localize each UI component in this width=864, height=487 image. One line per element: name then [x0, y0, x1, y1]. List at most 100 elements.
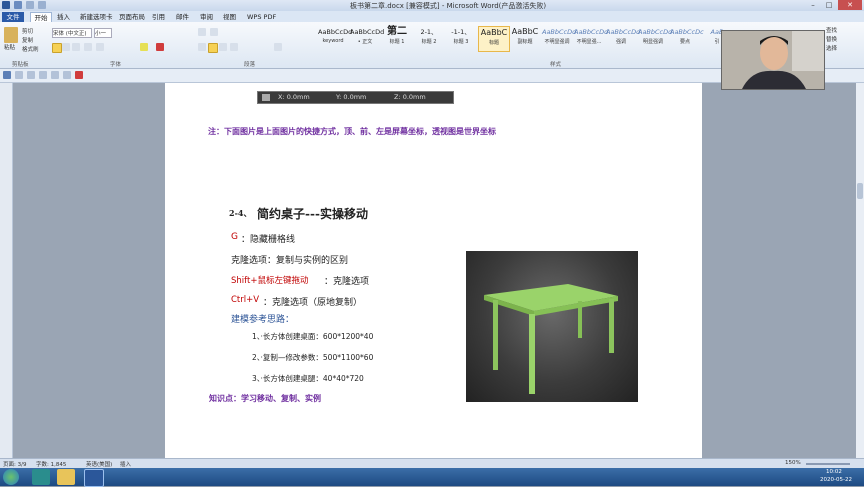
font-group-label: 字体 [110, 62, 122, 68]
tab-view[interactable]: 视图 [223, 12, 236, 22]
clipboard-group-label: 剪贴板 [12, 62, 29, 68]
clock-date[interactable]: 2020-05-22 [820, 477, 852, 483]
font-name-select[interactable]: 宋体 (中文正) [52, 28, 92, 38]
style-tile[interactable]: AaBbC 标题 [478, 26, 510, 52]
style-tile[interactable]: AaBbC 副标题 [510, 26, 540, 50]
font-color-icon[interactable] [156, 43, 164, 51]
font-color-icon[interactable] [75, 71, 83, 79]
style-tile[interactable]: AaBbCcDd 不明显强调 [542, 26, 577, 50]
knowledge-line: 知识点：学习移动、复制、实例 [209, 393, 321, 403]
style-name: 不明显强... [576, 39, 602, 45]
move-gizmo-icon [262, 94, 270, 101]
title-bar: 板书第二章.docx [兼容模式] - Microsoft Word(产品激活失… [0, 0, 864, 11]
bullets-icon[interactable] [198, 28, 206, 36]
cut-button[interactable]: 剪切 [22, 27, 33, 35]
style-tile[interactable]: AaBbCcDd 强调 [606, 26, 640, 50]
minimize-button[interactable]: – [806, 0, 820, 10]
tab-file[interactable]: 文件 [2, 12, 24, 22]
style-tile[interactable]: AaBbCcDd 不明显强... [574, 26, 608, 50]
justify-icon[interactable] [230, 43, 238, 51]
step-2: 2、·复制—修改参数：500*1100*60 [252, 353, 374, 362]
strikethrough-icon[interactable] [84, 43, 92, 51]
style-tile[interactable]: 第二 标题 1 [382, 26, 412, 50]
numbering-icon[interactable] [210, 28, 218, 36]
scrollbar-thumb[interactable] [857, 183, 863, 199]
paste-button[interactable]: 粘贴 [4, 43, 15, 51]
save-icon[interactable] [3, 71, 11, 79]
word-count[interactable]: 字数: 1,845 [36, 460, 66, 468]
print-preview-icon[interactable] [15, 71, 23, 79]
explorer-taskbar-icon[interactable] [57, 469, 75, 485]
undo-icon[interactable] [27, 71, 35, 79]
open-icon[interactable] [63, 71, 71, 79]
start-button-icon[interactable] [3, 469, 19, 485]
tab-references[interactable]: 引用 [152, 12, 165, 22]
green-table-illustration [484, 284, 618, 394]
3dsmax-taskbar-icon[interactable] [32, 469, 50, 485]
clock-time[interactable]: 10:02 [826, 469, 842, 475]
word-taskbar-icon[interactable] [84, 469, 104, 487]
tab-review[interactable]: 审阅 [200, 12, 213, 22]
insert-mode[interactable]: 插入 [120, 460, 131, 468]
style-tile[interactable]: -1-1、 标题 3 [446, 26, 476, 50]
zoom-level[interactable]: 150% [785, 460, 801, 466]
close-button[interactable]: ✕ [838, 0, 862, 10]
subscript-icon[interactable] [96, 43, 104, 51]
style-preview: 2-1、 [420, 28, 438, 36]
line-shift-key: Shift+鼠标左键拖动 [231, 276, 309, 286]
table-render-image [466, 251, 638, 402]
replace-button[interactable]: 替换 [826, 35, 837, 43]
bold-icon[interactable] [52, 43, 62, 53]
coord-y: Y: 0.0mm [336, 93, 367, 101]
redo-icon[interactable] [39, 71, 47, 79]
underline-icon[interactable] [72, 43, 80, 51]
style-preview: AaBbCcDd [350, 28, 385, 36]
style-preview: -1-1、 [451, 28, 471, 36]
align-right-icon[interactable] [219, 43, 227, 51]
zoom-slider[interactable] [806, 463, 850, 465]
undo-icon[interactable] [26, 1, 34, 9]
save-icon[interactable] [14, 1, 22, 9]
shading-icon[interactable] [274, 43, 282, 51]
style-preview: AaBbCcDc [670, 28, 704, 36]
tab-insert[interactable]: 插入 [57, 12, 70, 22]
coord-z: Z: 0.0mm [394, 93, 426, 101]
ribbon-tabs: 文件 开始 插入 新建选项卡 页面布局 引用 邮件 审阅 视图 WPS PDF [0, 11, 864, 23]
find-button[interactable]: 查找 [826, 26, 837, 34]
coordinate-strip-image: X: 0.0mm Y: 0.0mm Z: 0.0mm [257, 91, 454, 104]
word-app-icon[interactable] [2, 1, 10, 9]
select-button[interactable]: 选择 [826, 44, 837, 52]
style-tile[interactable]: 2-1、 标题 2 [414, 26, 444, 50]
style-tile[interactable]: AaBbCcDd 明显强调 [638, 26, 672, 50]
font-size-select[interactable]: 小一 [94, 28, 112, 38]
copy-button[interactable]: 复制 [22, 36, 33, 44]
style-name: 副标题 [517, 39, 533, 45]
idea-title: 建模参考思路： [231, 315, 295, 325]
tab-wps-pdf[interactable]: WPS PDF [247, 12, 276, 22]
style-tile[interactable]: AaBbCcDd • 正文 [350, 26, 385, 50]
tab-new[interactable]: 新建选项卡 [80, 12, 113, 22]
paste-icon[interactable] [4, 27, 18, 43]
format-painter-button[interactable]: 格式刷 [22, 45, 39, 53]
style-name: • 正文 [357, 39, 373, 45]
vertical-ruler [0, 83, 13, 458]
style-tile[interactable]: AaBbCcDd keyword [318, 26, 352, 50]
tab-mailings[interactable]: 邮件 [176, 12, 189, 22]
highlight-icon[interactable] [140, 43, 148, 51]
italic-icon[interactable] [62, 43, 70, 51]
style-preview: AaBbCcDd [542, 28, 577, 36]
style-tile[interactable]: AaBbCcDc 要点 [670, 26, 704, 50]
language-indicator[interactable]: 英语(美国) [86, 460, 112, 468]
paragraph-group-label: 段落 [244, 62, 256, 68]
style-name: 不明显强调 [544, 39, 570, 45]
redo-icon[interactable] [38, 1, 46, 9]
window-title: 板书第二章.docx [兼容模式] - Microsoft Word(产品激活失… [350, 2, 547, 10]
vertical-scrollbar[interactable] [856, 83, 864, 458]
tab-page-layout[interactable]: 页面布局 [119, 12, 145, 22]
page-indicator[interactable]: 页面: 3/9 [3, 460, 26, 468]
align-center-icon[interactable] [208, 43, 218, 53]
align-left-icon[interactable] [198, 43, 206, 51]
new-doc-icon[interactable] [51, 71, 59, 79]
line-clone-options: 克隆选项：复制与实例的区别 [231, 256, 349, 266]
maximize-button[interactable]: □ [822, 0, 836, 10]
